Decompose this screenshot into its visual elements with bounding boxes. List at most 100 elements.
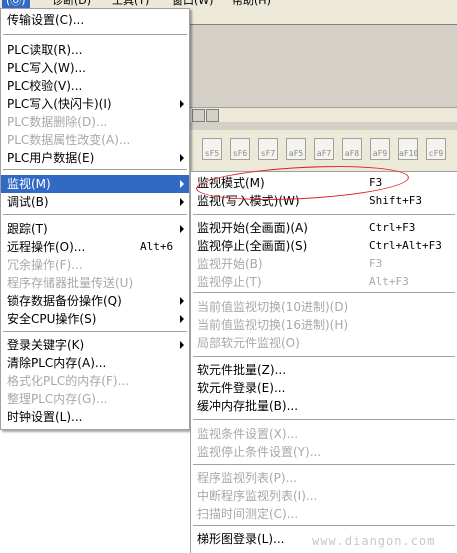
menu-separator [193,419,455,420]
watermark: www.diangon.com [312,534,436,548]
monitor-menu-item[interactable]: 中断程序监视列表(I)... [191,487,457,505]
online-menu-item-label: 冗余操作(F)... [7,258,83,272]
menu-separator [193,292,455,293]
menu-separator [3,331,187,332]
menu-separator [193,464,455,465]
menu-separator [193,214,455,215]
online-menu-item-label: 清除PLC内存(A)... [7,356,107,370]
menubar-online[interactable]: (Ⓞ) [2,0,30,8]
monitor-menu-item-label: 当前值监视切换(16进制)(H) [197,318,349,332]
function-key-button[interactable]: sF7 [258,138,278,160]
online-menu-item[interactable]: PLC校验(V)... [1,77,189,95]
online-menu-item[interactable]: 登录关键字(K) [1,336,189,354]
online-menu-item[interactable]: 远程操作(O)... Alt+6 [1,238,189,256]
online-menu-item-label: PLC校验(V)... [7,79,83,93]
online-menu-item[interactable]: 传输设置(C)... [1,11,189,29]
function-key-button[interactable]: aF10 [398,138,418,160]
monitor-menu-item[interactable]: 软元件批量(Z)... [191,361,457,379]
online-menu-item-label: PLC数据属性改变(A)... [7,133,131,147]
online-menu-item[interactable]: 冗余操作(F)... [1,256,189,274]
scroll-right-button[interactable] [206,109,219,122]
online-menu-item[interactable]: 时钟设置(L)... [1,408,189,426]
online-menu-item[interactable]: 跟踪(T) [1,220,189,238]
online-menu-item[interactable]: 整理PLC内存(G)... [1,390,189,408]
function-key-button[interactable]: cF9 [426,138,446,160]
function-key-button[interactable]: sF5 [202,138,222,160]
online-menu-item[interactable]: 安全CPU操作(S) [1,310,189,328]
monitor-menu-item[interactable]: 监视开始(B) F3 [191,255,457,273]
menu-bar: (Ⓞ) 诊断(D) 工具(T) 窗口(W) 帮助(H) [0,0,457,8]
monitor-menu-item[interactable]: 监视停止(全画面)(S) Ctrl+Alt+F3 [191,237,457,255]
online-menu-item-label: 程序存储器批量传送(U) [7,276,134,290]
monitor-menu-item[interactable]: 软元件登录(E)... [191,379,457,397]
online-menu-item-label: 调试(B) [7,195,49,209]
function-key-button[interactable]: aF5 [286,138,306,160]
function-key-toolbar: sF5 sF6 sF7 aF5 aF7 aF8 aF9 aF10 cF9 [190,136,457,162]
menu-separator [193,525,455,526]
monitor-menu-item-label: 监视停止(T) [197,275,262,289]
menubar-help[interactable]: 帮助(H) [232,0,271,8]
online-menu-item-label: PLC写入(快闪卡)(I) [7,97,112,111]
menu-separator [3,169,187,170]
monitor-menu-item[interactable]: 监视停止条件设置(Y)... [191,443,457,461]
horizontal-scrollbar[interactable] [190,107,457,122]
monitor-menu-item-label: 监视条件设置(X)... [197,427,299,441]
monitor-menu-item-shortcut: Ctrl+F3 [369,221,416,234]
online-menu-item-label: 登录关键字(K) [7,338,85,352]
monitor-menu-item-label: 缓冲内存批量(B)... [197,399,299,413]
monitor-menu-item[interactable]: 当前值监视切换(10进制)(D) [191,298,457,316]
online-menu-item-label: PLC读取(R)... [7,43,83,57]
monitor-menu-item-label: 监视开始(B) [197,257,263,271]
online-menu-item[interactable]: PLC数据属性改变(A)... [1,131,189,149]
function-key-button[interactable]: sF6 [230,138,250,160]
online-menu-item[interactable]: 调试(B) [1,193,189,211]
online-menu-item[interactable]: 锁存数据备份操作(Q) [1,292,189,310]
function-key-button[interactable]: aF9 [370,138,390,160]
online-menu-item[interactable]: PLC写入(W)... [1,59,189,77]
online-menu-item-label: 整理PLC内存(G)... [7,392,108,406]
submenu-arrow-icon [180,341,184,349]
monitor-menu-item[interactable]: 监视开始(全画面)(A) Ctrl+F3 [191,219,457,237]
online-menu-item[interactable]: 清除PLC内存(A)... [1,354,189,372]
online-menu-item[interactable]: 程序存储器批量传送(U) [1,274,189,292]
online-menu-item-label: 时钟设置(L)... [7,410,83,424]
monitor-menu-item[interactable]: 缓冲内存批量(B)... [191,397,457,415]
online-menu-item-shortcut: Alt+6 [140,240,174,253]
online-menu-item-label: 安全CPU操作(S) [7,312,97,326]
monitor-menu-item-label: 监视开始(全画面)(A) [197,221,308,235]
monitor-menu-item[interactable]: 监视条件设置(X)... [191,425,457,443]
submenu-arrow-icon [180,225,184,233]
monitor-menu-item[interactable]: 监视停止(T) Alt+F3 [191,273,457,291]
monitor-menu-item-label: 程序监视列表(P)... [197,471,298,485]
monitor-menu-item[interactable]: 当前值监视切换(16进制)(H) [191,316,457,334]
scroll-left-button[interactable] [192,109,205,122]
online-menu-item[interactable]: PLC数据删除(D)... [1,113,189,131]
menu-separator [3,214,187,215]
monitor-menu-item-label: 扫描时间测定(C)... [197,507,299,521]
submenu-arrow-icon [180,297,184,305]
monitor-menu-item-label: 梯形图登录(L)... [197,532,285,546]
monitor-menu-item[interactable]: 程序监视列表(P)... [191,469,457,487]
monitor-menu-item-label: 当前值监视切换(10进制)(D) [197,300,349,314]
online-menu-item[interactable]: PLC用户数据(E) [1,149,189,167]
online-menu-item-label: 传输设置(C)... [7,13,85,27]
online-menu-item-label: PLC数据删除(D)... [7,115,108,129]
online-menu-item[interactable]: 监视(M) [1,175,189,193]
menubar-tools[interactable]: 工具(T) [112,0,149,8]
monitor-menu-item-label: 局部软元件监视(O) [197,336,300,350]
menubar-window[interactable]: 窗口(W) [172,0,213,8]
monitor-menu-item[interactable]: 扫描时间测定(C)... [191,505,457,523]
online-menu: 传输设置(C)... PLC读取(R)... PLC写入(W)... PLC校验(V)… [0,8,190,430]
online-menu-item-label: 远程操作(O)... [7,240,86,254]
monitor-menu-item-shortcut: F3 [369,257,383,270]
function-key-button[interactable]: aF8 [342,138,362,160]
online-menu-item[interactable]: PLC读取(R)... [1,41,189,59]
monitor-menu-item-shortcut: Ctrl+Alt+F3 [369,239,442,252]
menubar-diagnostics[interactable]: 诊断(D) [52,0,91,8]
function-key-button[interactable]: aF7 [314,138,334,160]
online-menu-item[interactable]: 格式化PLC的内存(F)... [1,372,189,390]
monitor-menu-item[interactable]: 局部软元件监视(O) [191,334,457,352]
menu-separator [193,356,455,357]
monitor-menu-item-shortcut: Shift+F3 [369,194,422,207]
online-menu-item[interactable]: PLC写入(快闪卡)(I) [1,95,189,113]
